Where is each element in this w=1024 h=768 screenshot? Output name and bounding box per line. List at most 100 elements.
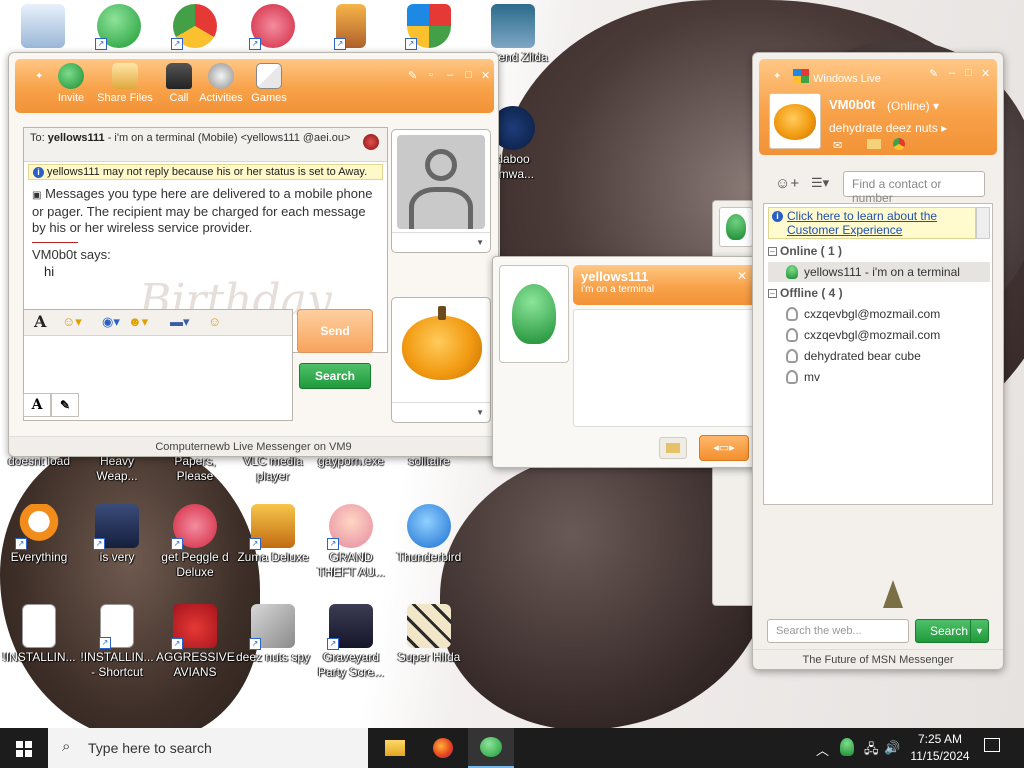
folder-icon[interactable]	[867, 139, 881, 149]
buddy-display-picture[interactable]: ▼	[391, 129, 491, 253]
online-group-header[interactable]: – Online ( 1 )	[768, 244, 842, 258]
contact-list-window[interactable]: ✦ Windows Live ✎ – □ ✕ VM0b0t (Online) ▾…	[752, 52, 1004, 670]
emoticon-icon[interactable]: ☺▾	[62, 314, 82, 330]
offline-group-header[interactable]: – Offline ( 4 )	[768, 286, 843, 300]
taskbar-search[interactable]: ⌕ Type here to search	[48, 728, 368, 768]
notifications-icon[interactable]	[984, 738, 1000, 752]
my-status[interactable]: (Online) ▾	[887, 99, 939, 113]
contact-item[interactable]: mv	[768, 367, 990, 387]
start-button[interactable]	[0, 728, 48, 768]
picture-dropdown[interactable]: ▼	[392, 232, 490, 252]
desktop-icon-peggle[interactable]: ↗	[234, 4, 312, 50]
desktop-icon-door[interactable]: ↗	[312, 4, 390, 50]
add-contact-icon[interactable]: ☺+	[775, 175, 799, 192]
offline-buddy-icon	[786, 349, 798, 363]
nudge-icon[interactable]: ☺	[208, 314, 221, 329]
find-contact-input[interactable]: Find a contact or number	[843, 171, 985, 205]
desktop-icon-heavy-weapon[interactable]: Heavy Weap...	[78, 454, 156, 484]
desktop-icon-vlc[interactable]: VLC media player	[234, 454, 312, 484]
invite-button[interactable]: Invite	[45, 63, 97, 104]
games-button[interactable]: Games	[243, 63, 295, 104]
minimize-button[interactable]: –	[447, 69, 453, 81]
taskbar-messenger[interactable]	[468, 728, 514, 768]
my-display-picture[interactable]: ▼	[391, 297, 491, 423]
desktop-icon-installing-shortcut[interactable]: ↗ !INSTALLIN... - Shortcut	[78, 604, 156, 680]
paint-icon[interactable]: ✎	[408, 69, 417, 82]
close-icon[interactable]: ✕	[737, 269, 747, 283]
news-icon[interactable]	[893, 138, 905, 150]
network-icon[interactable]: 🖧	[864, 740, 879, 762]
maximize-button[interactable]: □	[465, 69, 472, 81]
desktop-icon-graveyard[interactable]: ↗ Graveyard Party Scre...	[312, 604, 390, 680]
zelda-icon	[491, 4, 535, 48]
desktop-icon-recycle-bin[interactable]	[4, 4, 82, 50]
desktop-icon-aggressive-avians[interactable]: ↗ AGGRESSIVE AVIANS	[156, 604, 235, 680]
desktop-icon-papers-please[interactable]: Papers, Please	[156, 454, 234, 484]
chat-window[interactable]: ✦ Invite Share Files Call Activities Gam…	[8, 52, 499, 457]
mobile-icon: ▣	[32, 190, 42, 201]
desktop-icon-super-hilda[interactable]: Super Hilda	[390, 604, 468, 665]
games-label: Games	[251, 92, 287, 104]
desktop-icon-everything[interactable]: ↗ Everything	[0, 504, 78, 565]
desktop-icon-label: Thunderbird	[396, 550, 462, 564]
contact-item[interactable]: yellows111 - i'm on a terminal	[768, 262, 990, 282]
block-icon[interactable]	[363, 134, 379, 150]
paint-icon[interactable]: ✎	[929, 67, 938, 80]
picture-dropdown[interactable]: ▼	[392, 402, 490, 422]
taskbar-file-explorer[interactable]	[372, 728, 418, 768]
customer-experience-link[interactable]: i Click here to learn about the Customer…	[768, 207, 976, 239]
contact-card[interactable]: yellows111 i'm on a terminal ✕ ◂▭▸	[492, 256, 762, 468]
search-button[interactable]: Search	[299, 363, 371, 389]
minimize-button[interactable]: –	[949, 67, 955, 79]
desktop-icon-is-very[interactable]: ↗ is very	[78, 504, 156, 565]
my-display-name[interactable]: VM0b0t	[829, 97, 875, 112]
web-search-input[interactable]: Search the web...	[767, 619, 909, 643]
contact-item[interactable]: cxzqevbgl@mozmail.com	[768, 304, 990, 324]
expand-button[interactable]: ◂▭▸	[699, 435, 749, 461]
send-button[interactable]: Send	[297, 309, 373, 353]
mobile-notice: ▣ Messages you type here are delivered t…	[24, 182, 387, 240]
angry-bird-icon: ↗	[171, 604, 217, 650]
banner-scrollbar[interactable]	[976, 207, 990, 239]
desktop-icon-gta[interactable]: ↗ GRAND THEFT AU...	[312, 504, 390, 580]
web-search-button[interactable]: Search ▼	[915, 619, 989, 643]
handwriting-tab[interactable]: ✎	[51, 393, 79, 417]
chevron-up-icon[interactable]: ︿	[816, 740, 829, 759]
desktop-icon-zuma[interactable]: ↗ Zuma Deluxe	[234, 504, 312, 565]
volume-icon[interactable]: 🔊	[884, 740, 900, 756]
desktop-icon-label: is very	[99, 550, 135, 564]
desktop-icon-chrome[interactable]: ↗	[156, 4, 234, 50]
my-avatar[interactable]	[769, 93, 821, 149]
taskbar-firefox[interactable]	[420, 728, 466, 768]
contact-item[interactable]: cxzqevbgl@mozmail.com	[768, 325, 990, 345]
desktop-icon-installing[interactable]: !INSTALLIN...	[0, 604, 78, 665]
activities-button[interactable]: Activities	[193, 63, 249, 104]
messenger-tray-icon[interactable]	[840, 738, 854, 756]
desktop-icon-shield[interactable]: ↗	[390, 4, 468, 50]
close-button[interactable]: ✕	[981, 67, 990, 80]
desktop-icon-thunderbird[interactable]: Thunderbird	[390, 504, 468, 565]
wink-icon[interactable]: ☻▾	[128, 314, 148, 330]
search-magnifier-icon: ↗	[15, 504, 61, 550]
contact-card-header: yellows111 i'm on a terminal ✕	[573, 265, 757, 305]
share-files-button[interactable]: Share Files	[95, 63, 155, 104]
clock[interactable]: 7:25 AM 11/15/2024	[904, 731, 976, 765]
folder-button[interactable]	[659, 437, 687, 459]
desktop-icon-deez-nuts-spy[interactable]: ↗ deez nuts spy	[234, 604, 312, 665]
desktop-icon-messenger[interactable]: ↗	[80, 4, 158, 50]
mail-icon[interactable]: ✉	[833, 139, 842, 152]
search-options-icon[interactable]: ▼	[970, 620, 988, 642]
font-tab[interactable]: A	[23, 393, 51, 417]
anime-girl-icon: ↗	[327, 504, 373, 550]
help-icon[interactable]: ▫	[429, 69, 433, 81]
personal-message[interactable]: dehydrate deez nuts ▸	[829, 121, 947, 135]
contact-item[interactable]: dehydrated bear cube	[768, 346, 990, 366]
font-icon[interactable]: A	[34, 312, 46, 331]
background-icon[interactable]: ▬▾	[170, 314, 190, 330]
voice-clip-icon[interactable]: ◉▾	[102, 314, 120, 330]
maximize-button[interactable]: □	[965, 67, 972, 79]
desktop-icon-get-peggle[interactable]: ↗ get Peggle d Deluxe	[156, 504, 234, 580]
contact-list-footer: The Future of MSN Messenger	[753, 649, 1003, 669]
close-button[interactable]: ✕	[481, 69, 490, 82]
layout-options-icon[interactable]: ☰▾	[811, 175, 829, 191]
